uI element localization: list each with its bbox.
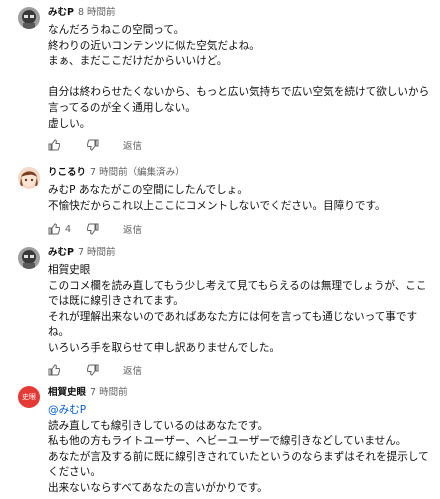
comment-line: いろいろ手を取らせて申し訳ありませんでした。 (48, 341, 281, 354)
comment-line: それが理解出来ないのであればあなた方には何を言っても通じないって事です (48, 310, 418, 323)
comment-blank-line (48, 70, 434, 86)
reply-button[interactable]: 返信 (123, 138, 142, 152)
comment-line: 自分は終わらせたくないから、もっと広い気持ちで広い空気を続けて欲しいから (48, 86, 430, 99)
author-name[interactable]: 相賀史眼 (48, 387, 86, 398)
comment-header: みむP 7 時間前 (48, 246, 434, 260)
avatar-mimu-p[interactable] (18, 247, 40, 269)
comment-line: 相賀史眼 (48, 264, 91, 276)
comment-line: なんだろうねこの空間って。 (48, 24, 185, 36)
author-name[interactable]: りこるり (48, 167, 86, 178)
comment-actions: 4 返信 (48, 220, 434, 238)
comment-actions: 返信 (48, 361, 434, 379)
comment-line: 私も他の方もライトユーザー、ヘビーユーザーで線引きなどしていません。 (48, 435, 407, 448)
comment-time[interactable]: 8 時間前 (78, 7, 116, 18)
avatar-initials: 史眼 (22, 393, 36, 401)
comment-line: みむP あなたがこの空間にしたんでしょ。 (48, 184, 248, 196)
comment-line: あなたが言及する前に既に線引きされていたというのならまずはそれを提示して (48, 450, 429, 463)
comment-header: りこるり 7 時間前（編集済み） (48, 166, 434, 180)
comment-line: 読み直しても線引きしているのはあなたです。 (48, 419, 269, 432)
author-name[interactable]: みむP (48, 7, 74, 18)
comment-line: では既に線引きされてます。 (48, 295, 184, 308)
comment-line: 虚しい。 (48, 117, 91, 130)
comment-line: 不愉快だからこれ以上ここにコメントしないでください。目障りです。 (48, 199, 386, 212)
comment-line: まぁ、まだここだけだからいいけど。 (48, 55, 228, 68)
comment-text: みむP あなたがこの空間にしたんでしょ。 不愉快だからこれ以上ここにコメントしな… (48, 183, 434, 214)
thumbs-up-icon[interactable] (48, 364, 61, 376)
reply-button[interactable]: 返信 (123, 363, 142, 377)
thumbs-up-icon[interactable] (48, 223, 61, 235)
thumbs-down-icon[interactable] (86, 364, 99, 376)
comment-text: なんだろうねこの空間って。 終わりの近いコンテンツに似た空気だよね。 まぁ、まだ… (48, 23, 434, 132)
comment-line: ね。 (48, 326, 70, 339)
avatar-mimu-p[interactable] (18, 7, 40, 29)
comment-header: みむP 8 時間前 (48, 6, 434, 20)
thumbs-down-icon[interactable] (86, 139, 99, 151)
comment-header: 相賀史眼 7 時間前 (48, 386, 434, 400)
reply-button[interactable]: 返信 (123, 222, 142, 236)
thumbs-up-icon[interactable] (48, 139, 61, 151)
mention-link[interactable]: @みむP (48, 403, 434, 419)
thumbs-down-icon[interactable] (86, 223, 99, 235)
comment-text: @みむP 読み直しても線引きしているのはあなたです。 私も他の方もライトユーザー… (48, 403, 434, 497)
author-name[interactable]: みむP (48, 247, 74, 258)
edited-label: （編集済み） (127, 167, 185, 178)
avatar-rikoruri[interactable] (18, 167, 40, 189)
comment-line: 言ってるのが全く通用しない。 (48, 101, 196, 114)
avatar-aiga-shigan[interactable]: 史眼 (18, 386, 40, 408)
comment-time[interactable]: 7 時間前 (90, 387, 128, 398)
comment-line: 終わりの近いコンテンツに似た空気だよね。 (48, 39, 260, 52)
comment-line: このコメ欄を読み直してもう少し考えて見てもらえるのは無理でしょうが、ここ (48, 279, 427, 292)
comment-time[interactable]: 7 時間前 (90, 167, 128, 178)
comment-actions: 返信 (48, 136, 434, 154)
comment-line: 出来ないならすべてあなたの言いがかりです。 (48, 481, 268, 494)
comment-text: 相賀史眼 このコメ欄を読み直してもう少し考えて見てもらえるのは無理でしょうが、こ… (48, 263, 434, 357)
like-count: 4 (65, 223, 72, 235)
comment-line: ください。 (48, 466, 101, 479)
comment-time[interactable]: 7 時間前 (78, 247, 116, 258)
